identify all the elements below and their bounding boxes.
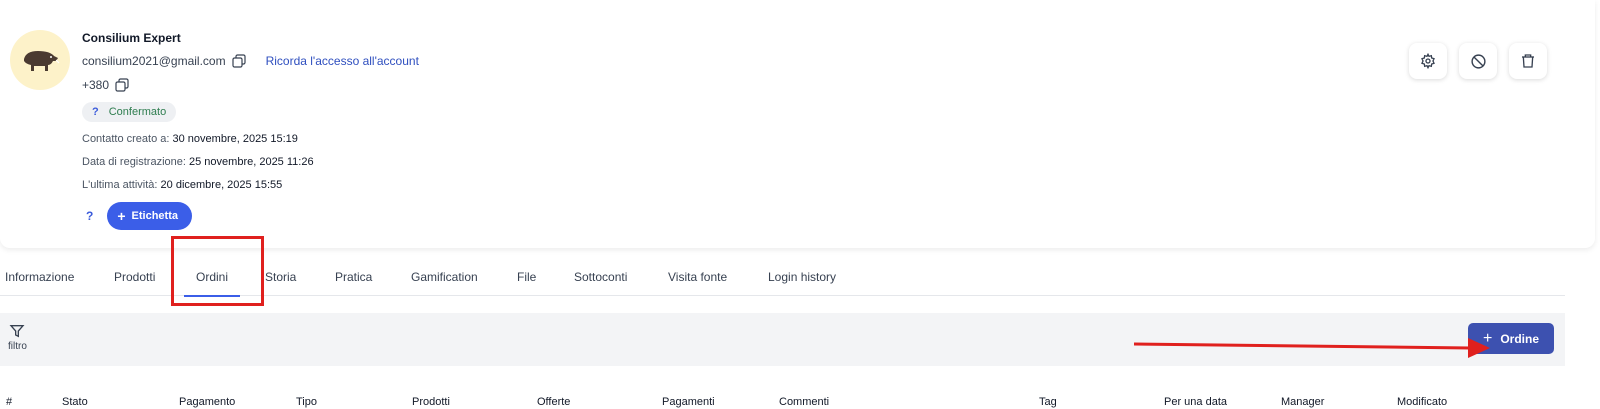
header-modified[interactable]: Modificato	[1397, 396, 1447, 408]
header-payments[interactable]: Pagamenti	[662, 396, 715, 408]
header-payment[interactable]: Pagamento	[179, 396, 235, 408]
header-manager[interactable]: Manager	[1281, 396, 1324, 408]
header-products[interactable]: Prodotti	[412, 396, 450, 408]
header-by-date[interactable]: Per una data	[1164, 396, 1227, 408]
header-comments[interactable]: Commenti	[779, 396, 829, 408]
header-status[interactable]: Stato	[62, 396, 88, 408]
header-tags[interactable]: Tag	[1039, 396, 1057, 408]
annotation-arrow	[1133, 338, 1490, 358]
header-offers[interactable]: Offerte	[537, 396, 570, 408]
header-type[interactable]: Tipo	[296, 396, 317, 408]
header-number[interactable]: #	[6, 396, 12, 408]
